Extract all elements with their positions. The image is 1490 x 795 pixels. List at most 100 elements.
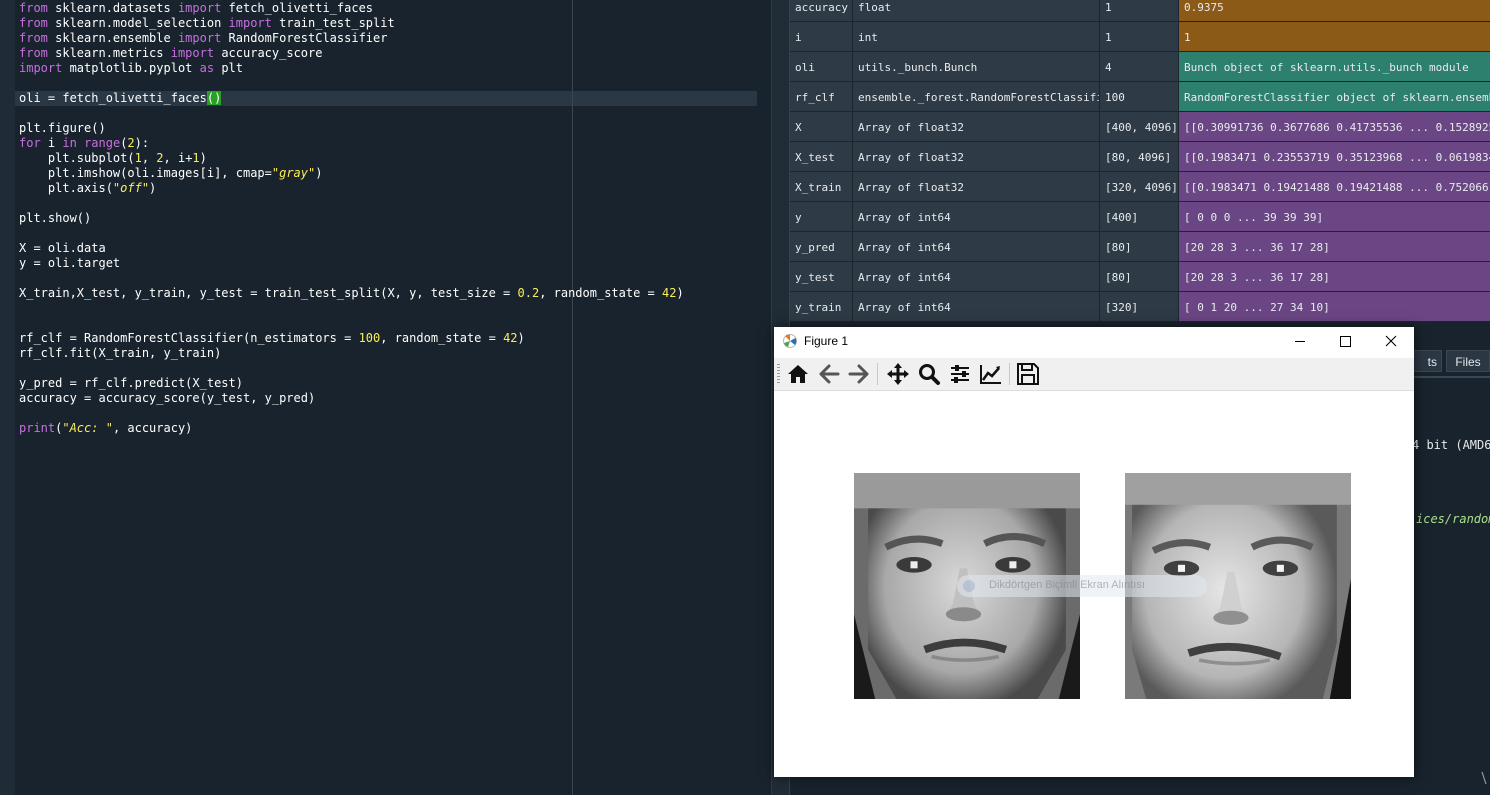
code-line[interactable]: for i in range(2): [19,136,149,151]
code-token: , random_state = [380,331,504,345]
variable-type: Array of float32 [853,112,1100,142]
variable-row[interactable]: y_test Array of int64 [80] [20 28 3 ... 36 … [790,262,1490,292]
code-line[interactable]: X_train,X_test, y_train, y_test = train_… [19,286,684,301]
variable-name: accuracy [790,0,853,22]
code-line[interactable]: y = oli.target [19,256,120,271]
variable-row[interactable]: X_test Array of float32 [80, 4096] [[0.1983… [790,142,1490,172]
code-line[interactable]: from sklearn.datasets import fetch_olive… [19,1,373,16]
console-text-path: ices/random [1416,512,1490,526]
variable-name: rf_clf [790,82,853,112]
close-button[interactable] [1368,327,1414,357]
code-token: from [19,1,48,15]
code-line[interactable]: rf_clf.fit(X_train, y_train) [19,346,221,361]
variable-name: i [790,22,853,52]
code-token: 100 [358,331,381,345]
code-token: RandomForestClassifier [221,31,388,45]
code-line[interactable]: plt.figure() [19,121,106,136]
toolbar-separator [1009,363,1010,385]
variable-row[interactable]: i int 1 1 [790,22,1490,52]
code-token: import [177,1,222,15]
variable-row[interactable]: y Array of int64 [400][ 0 0 0 ... 39 39 39… [790,202,1490,232]
variable-value: [ 0 0 0 ... 39 39 39] [1179,202,1490,232]
variable-name: y_pred [790,232,853,262]
code-token: in [62,136,77,150]
tab-underline [1410,376,1490,378]
figure-titlebar[interactable]: Figure 1 [774,327,1414,357]
variable-value: 1 [1179,22,1490,52]
variable-type: Array of int64 [853,262,1100,292]
code-token: accuracy = accuracy_score(y_test, y_pred… [19,391,316,405]
home-button[interactable] [784,361,812,387]
edit-axes-button[interactable] [977,361,1005,387]
code-line[interactable]: print("Acc: ", accuracy) [19,421,192,436]
variable-name: y [790,202,853,232]
code-line[interactable]: plt.show() [19,211,91,226]
variable-row[interactable]: y_train Array of int64 [320][ 0 1 20 ... 2… [790,292,1490,322]
variable-row[interactable]: accuracy float 1 0.9375 [790,0,1490,22]
back-button[interactable] [815,361,843,387]
snip-tool-icon [963,580,975,592]
code-token: 1 [134,151,142,165]
variable-type: Array of float32 [853,172,1100,202]
code-token: 2 [156,151,164,165]
snip-tool-label: Dikdörtgen Biçimli Ekran Alıntısı [989,579,1145,591]
code-token: plt.figure() [19,121,106,135]
variable-row[interactable]: oli utils._bunch.Bunch 4 Bunch object of sk… [790,52,1490,82]
variable-type: Array of int64 [853,202,1100,232]
edge-line [572,0,573,795]
code-line[interactable]: rf_clf = RandomForestClassifier(n_estima… [19,331,525,346]
code-token: 42 [503,331,518,345]
variable-row[interactable]: X_train Array of float32 [320, 4096] [[0.19… [790,172,1490,202]
code-line[interactable]: from sklearn.metrics import accuracy_sco… [19,46,322,61]
zoom-button[interactable] [915,361,943,387]
tab-files[interactable]: Files [1446,350,1490,372]
code-token: sklearn.datasets [47,1,178,15]
maximize-button[interactable] [1322,327,1368,357]
variable-type: Array of float32 [853,142,1100,172]
minimize-button[interactable] [1276,327,1322,357]
code-line[interactable]: accuracy = accuracy_score(y_test, y_pred… [19,391,315,406]
toolbar-grip[interactable] [777,364,780,384]
variable-value: [[0.1983471 0.19421488 0.19421488 ... 0.… [1179,172,1490,202]
code-line[interactable]: X = oli.data [19,241,106,256]
variable-size: [400, 4096] [1100,112,1179,142]
figure-title: Figure 1 [804,334,849,348]
forward-button[interactable] [845,361,873,387]
code-token: "off" [112,181,150,195]
code-token: as [199,61,215,75]
code-line[interactable]: oli = fetch_olivetti_faces() [19,91,222,106]
configure-subplots-button[interactable] [946,361,974,387]
code-token: import [170,46,215,60]
variable-value: RandomForestClassifier object of sklearn… [1179,82,1490,112]
code-token: ) [199,151,207,165]
code-token: sklearn.ensemble [47,31,178,45]
code-token: oli = fetch_olivetti_faces [19,91,207,105]
variable-name: X [790,112,853,142]
close-icon [1385,335,1397,347]
pan-button[interactable] [884,361,912,387]
figure-canvas[interactable]: Dikdörtgen Biçimli Ekran Alıntısı [774,391,1414,777]
code-line[interactable]: y_pred = rf_clf.predict(X_test) [19,376,243,391]
code-line[interactable]: from sklearn.ensemble import RandomFores… [19,31,387,46]
configure-subplots-icon [951,365,969,383]
variable-value: Bunch object of sklearn.utils._bunch mod… [1179,52,1490,82]
variable-row[interactable]: rf_clf ensemble._forest.RandomForestClass… [790,82,1490,112]
code-token: , random_state = [539,286,663,300]
code-line[interactable]: plt.imshow(oli.images[i], cmap="gray") [19,166,323,181]
variable-size: [320, 4096] [1100,172,1179,202]
minimize-icon [1295,341,1305,342]
code-line[interactable]: plt.subplot(1, 2, i+1) [19,151,207,166]
code-line[interactable]: plt.axis("off") [19,181,156,196]
code-line[interactable]: import matplotlib.pyplot as plt [19,61,243,76]
code-editor[interactable]: from sklearn.datasets import fetch_olive… [0,0,772,795]
figure-window[interactable]: Figure 1 Dikdörtgen Biçimli Ekran Alıntı… [774,327,1414,777]
variable-row[interactable]: y_pred Array of int64 [80] [20 28 3 ... 36 … [790,232,1490,262]
code-line[interactable]: from sklearn.model_selection import trai… [19,16,395,31]
code-token: ) [676,286,684,300]
code-token: rf_clf.fit(X_train, y_train) [19,346,222,360]
tab-partial[interactable]: ts [1410,350,1442,372]
code-token: from [19,46,48,60]
save-button[interactable] [1014,361,1042,387]
variable-row[interactable]: X Array of float32 [400, 4096] [[0.30991736… [790,112,1490,142]
code-token: , [141,151,157,165]
